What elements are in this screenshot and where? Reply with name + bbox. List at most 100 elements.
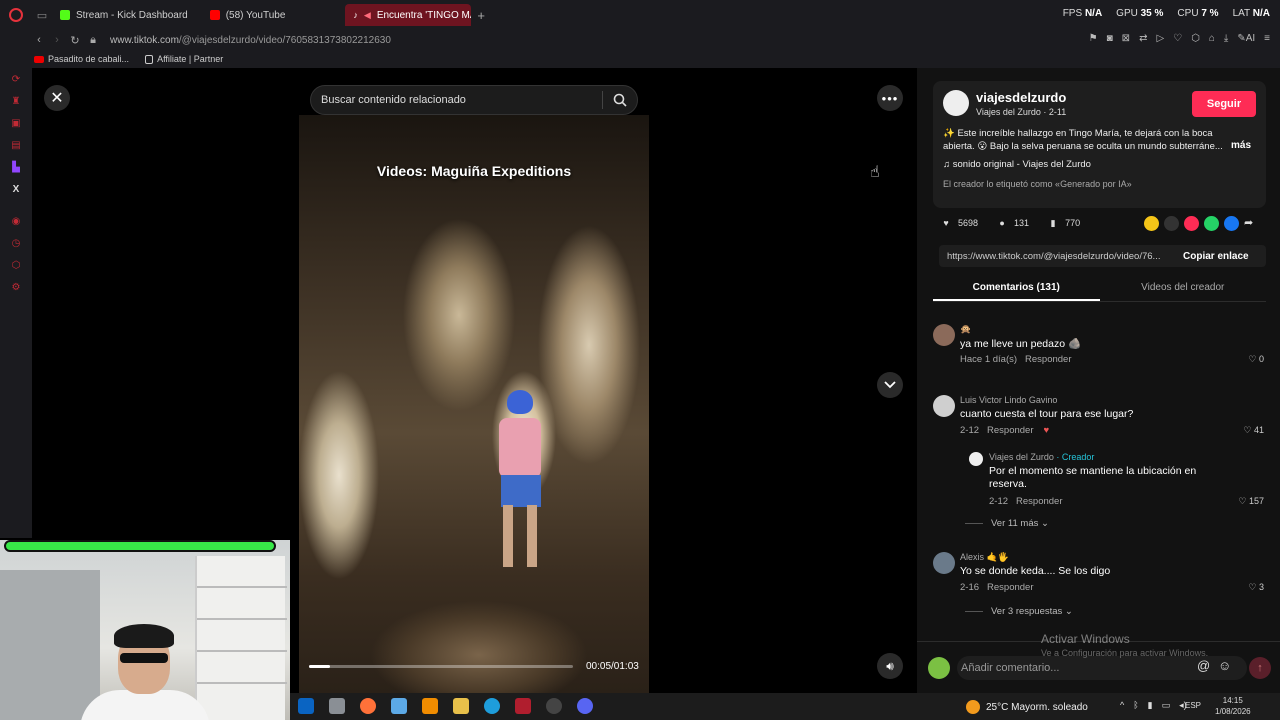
author-avatar[interactable]: [943, 90, 969, 116]
emoji-icon[interactable]: ☺: [1218, 658, 1231, 673]
send-icon[interactable]: [1184, 216, 1199, 231]
follow-button[interactable]: Seguir: [1192, 91, 1256, 117]
workspaces-icon[interactable]: ▭: [32, 0, 52, 30]
wallet-icon[interactable]: ⌂: [1209, 33, 1215, 44]
sidebar-player-icon[interactable]: ◉: [0, 210, 32, 232]
next-video-button[interactable]: [877, 372, 903, 398]
download-icon[interactable]: ⤓: [1224, 33, 1228, 44]
network-icon[interactable]: ▭: [1162, 700, 1171, 711]
saves-count: 770: [1065, 218, 1081, 228]
avatar[interactable]: [933, 395, 955, 417]
more-options-button[interactable]: •••: [877, 85, 903, 111]
sidebar-cube-icon[interactable]: ⬡: [0, 254, 32, 276]
sound-link[interactable]: ♫ sonido original - Viajes del Zurdo: [943, 159, 1091, 170]
view-more-replies[interactable]: Ver 11 más ⌄: [965, 518, 1049, 529]
avatar[interactable]: [969, 452, 983, 466]
comment-like[interactable]: ♡ 0: [1248, 354, 1264, 365]
comment-user[interactable]: Luis Victor Lindo Gavino: [960, 395, 1057, 405]
volume-button[interactable]: 🔊︎: [877, 653, 903, 679]
menu-icon[interactable]: ≡: [1264, 33, 1270, 44]
ai-icon[interactable]: ✎AI: [1237, 33, 1255, 44]
comment-like[interactable]: ♡ 41: [1243, 425, 1264, 436]
author-name[interactable]: viajesdelzurdo: [976, 90, 1066, 105]
video-player[interactable]: Videos: Maguiña Expeditions: [299, 115, 649, 693]
tab-comments[interactable]: Comentarios (131): [933, 278, 1100, 301]
sidebar-media-icon[interactable]: ▤: [0, 134, 32, 156]
audio-playing-icon[interactable]: ◀: [364, 10, 371, 21]
url-field[interactable]: www.tiktok.com/@viajesdelzurdo/video/760…: [110, 35, 391, 46]
avatar[interactable]: [933, 552, 955, 574]
player-icon[interactable]: ▷: [1156, 33, 1164, 44]
send-comment-button[interactable]: ↑: [1249, 657, 1271, 679]
copilot-icon[interactable]: [391, 698, 407, 714]
tab-kick[interactable]: Stream - Kick Dashboard: [52, 4, 196, 26]
reply-button[interactable]: Responder: [987, 425, 1033, 436]
translate-icon[interactable]: ⇄: [1139, 33, 1147, 44]
vlc-icon[interactable]: [422, 698, 438, 714]
sidebar-bag-icon[interactable]: ♜: [0, 90, 32, 112]
back-icon[interactable]: ‹: [30, 34, 48, 46]
sidebar-history-icon[interactable]: ◷: [0, 232, 32, 254]
bookmark-icon[interactable]: ▮: [1046, 216, 1060, 230]
sidebar-gx-icon[interactable]: ⟳: [0, 68, 32, 90]
search-input[interactable]: [321, 94, 602, 106]
discord-icon[interactable]: [577, 698, 593, 714]
camera-icon[interactable]: ◙: [1107, 33, 1113, 44]
firefox-icon[interactable]: [360, 698, 376, 714]
opera-gx-icon[interactable]: [515, 698, 531, 714]
sidebar-settings-icon[interactable]: ⚙: [0, 276, 32, 298]
file-explorer-icon[interactable]: [453, 698, 469, 714]
edge-icon[interactable]: [484, 698, 500, 714]
chevron-up-icon[interactable]: ^: [1120, 700, 1124, 711]
reply-button[interactable]: Responder: [1025, 354, 1071, 365]
share-link[interactable]: https://www.tiktok.com/@viajesdelzurdo/v…: [939, 251, 1175, 262]
coin-icon[interactable]: [1144, 216, 1159, 231]
embed-icon[interactable]: [1164, 216, 1179, 231]
facebook-icon[interactable]: [1224, 216, 1239, 231]
new-tab-button[interactable]: +: [471, 8, 491, 23]
tab-creator-videos[interactable]: Videos del creador: [1100, 278, 1267, 301]
search-button[interactable]: [603, 93, 637, 107]
whatsapp-icon[interactable]: [1204, 216, 1219, 231]
extensions-icon[interactable]: ⬡: [1191, 33, 1200, 44]
opera-logo-icon[interactable]: [0, 0, 32, 30]
sidebar-twitch-icon[interactable]: ▙: [0, 156, 32, 178]
weather-widget[interactable]: 25°C Mayorm. soleado: [966, 700, 1088, 714]
sidebar-x-icon[interactable]: X: [0, 178, 32, 200]
reply-like[interactable]: ♡ 157: [1238, 496, 1264, 507]
lock-icon[interactable]: 🔒︎: [84, 34, 102, 47]
comment-user[interactable]: Alexis 🤙🖐: [960, 552, 1009, 563]
forward-icon[interactable]: ›: [48, 34, 66, 46]
clock[interactable]: 14:15 1/08/2026: [1215, 695, 1251, 717]
reply-button[interactable]: Responder: [1016, 496, 1062, 507]
close-button[interactable]: ✕: [44, 85, 70, 111]
comment-like[interactable]: ♡ 3: [1248, 582, 1264, 593]
more-link[interactable]: más: [1231, 140, 1251, 151]
mention-icon[interactable]: @: [1197, 658, 1210, 673]
avatar[interactable]: [933, 324, 955, 346]
view-more-replies[interactable]: Ver 3 respuestas ⌄: [965, 606, 1073, 617]
share-arrow-icon[interactable]: ➦: [1244, 216, 1259, 231]
bookmark-pasadito[interactable]: Pasadito de cabali...: [34, 54, 129, 64]
heart-icon[interactable]: ♥: [939, 216, 953, 230]
apps-icon[interactable]: [329, 698, 345, 714]
tab-youtube[interactable]: (58) YouTube: [202, 4, 294, 26]
comment-user[interactable]: 🙊: [960, 324, 971, 335]
reply-user[interactable]: Viajes del Zurdo · Creador: [989, 452, 1094, 462]
tab-tiktok[interactable]: ♪ ◀ Encuentra 'TINGO MAR: [345, 4, 472, 26]
bookmark-affiliate[interactable]: Affiliate | Partner: [145, 54, 223, 65]
copy-link-button[interactable]: Copiar enlace: [1175, 251, 1249, 262]
video-progress-bar[interactable]: [309, 665, 573, 668]
obs-icon[interactable]: [546, 698, 562, 714]
bluetooth-icon[interactable]: ᛒ: [1133, 700, 1138, 711]
language-indicator[interactable]: ESP: [1185, 701, 1201, 710]
mic-icon[interactable]: ▮: [1148, 700, 1153, 711]
heart-icon[interactable]: ♡: [1173, 33, 1182, 44]
comment-icon[interactable]: ●: [995, 216, 1009, 230]
reply-button[interactable]: Responder: [987, 582, 1033, 593]
reload-icon[interactable]: ↻: [66, 34, 84, 47]
sidebar-chat-icon[interactable]: ▣: [0, 112, 32, 134]
adblock-icon[interactable]: ⊠: [1122, 33, 1130, 44]
bookmark-icon[interactable]: ⚑: [1089, 33, 1098, 44]
outlook-icon[interactable]: [298, 698, 314, 714]
